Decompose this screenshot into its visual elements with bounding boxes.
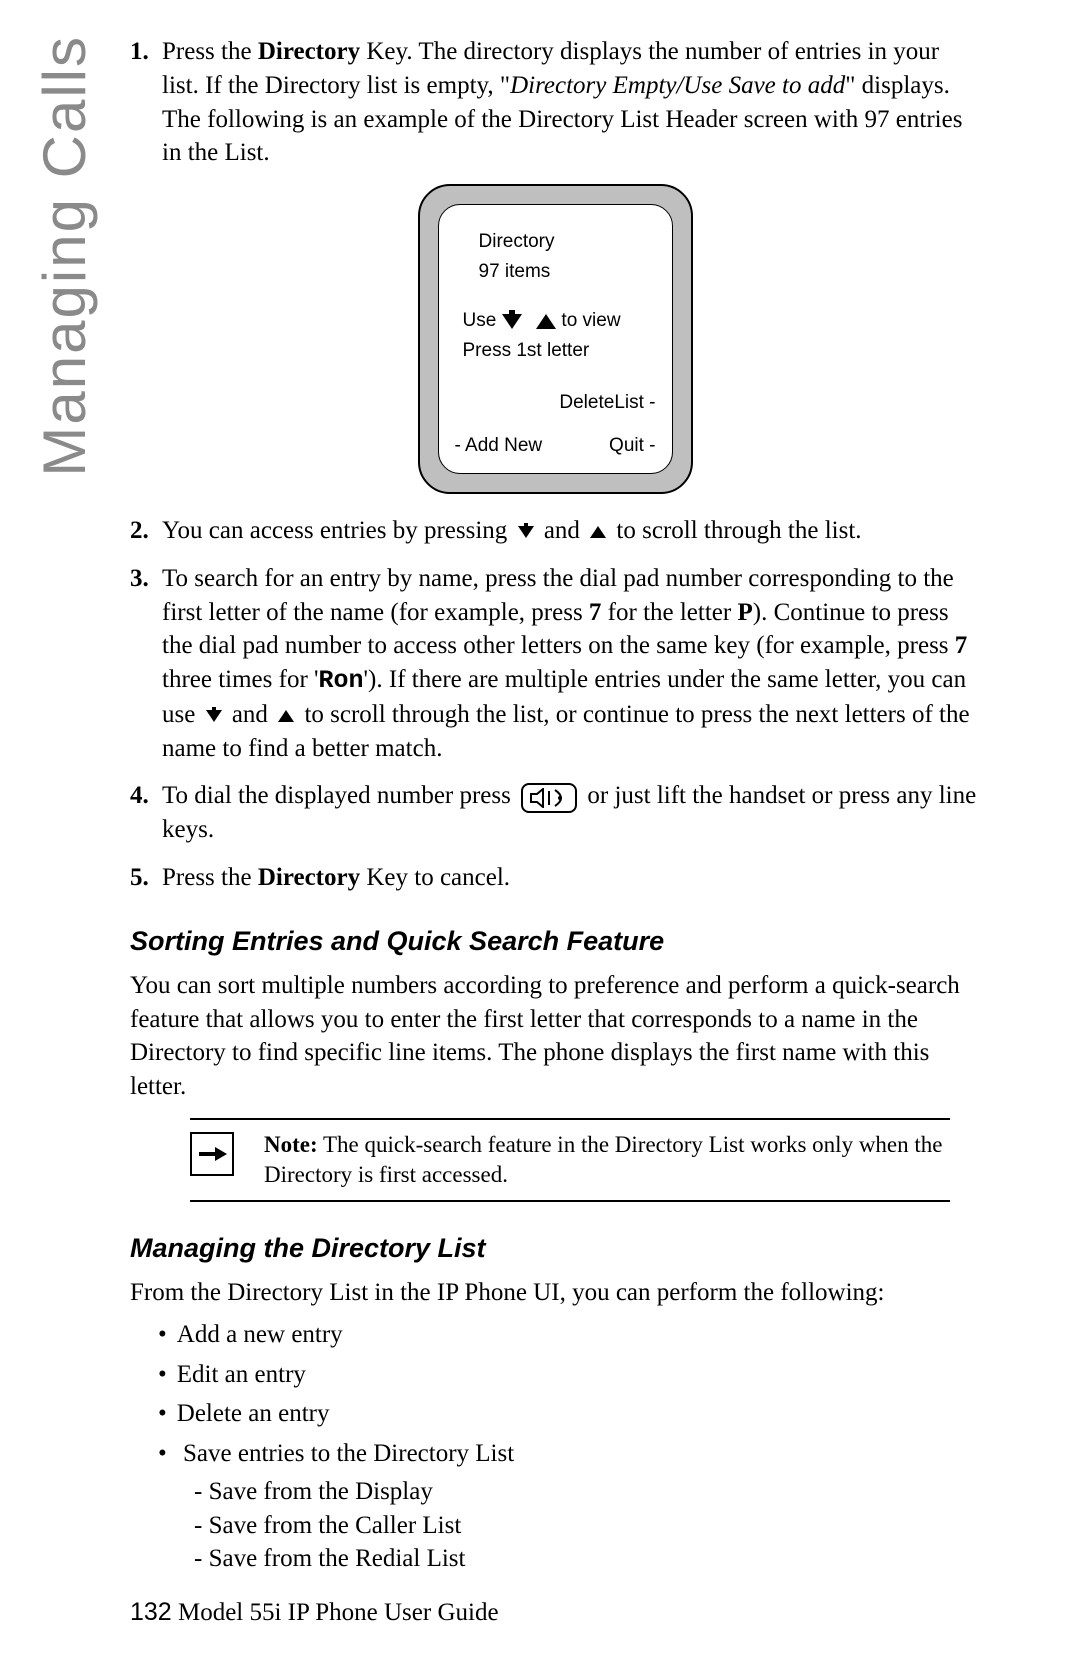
text: Key to cancel. (360, 864, 510, 891)
text: to view (561, 310, 620, 331)
text: and (232, 701, 274, 728)
text: You can access entries by pressing (162, 517, 514, 544)
step-body: To search for an entry by name, press th… (162, 562, 980, 766)
down-arrow-icon (206, 710, 222, 722)
step-number: 2. (130, 514, 162, 548)
text-bold: Directory (258, 38, 360, 65)
up-arrow-icon (590, 526, 606, 538)
phone-display: Directory 97 items Use to view Press 1st… (438, 204, 673, 474)
section-paragraph: You can sort multiple numbers according … (130, 969, 980, 1104)
step-body: You can access entries by pressing and t… (162, 514, 980, 548)
sub-list: Save from the Display Save from the Call… (194, 1475, 980, 1576)
text: Press the (162, 864, 258, 891)
step-number: 1. (130, 35, 162, 170)
text: Use (463, 310, 502, 331)
phone-softkey-add: - Add New (455, 433, 543, 459)
text: Save entries to the Directory List (183, 1440, 514, 1467)
list-item: Edit an entry (158, 1358, 980, 1392)
instruction-list: 1. Press the Directory Key. The director… (130, 35, 980, 170)
down-arrow-icon (502, 314, 522, 329)
text: To dial the displayed number press (162, 782, 517, 809)
note-label: Note: (264, 1132, 318, 1157)
down-arrow-icon (518, 526, 534, 538)
step-body: Press the Directory Key. The directory d… (162, 35, 980, 170)
note-arrow-icon (190, 1132, 234, 1176)
phone-softkey-quit: Quit - (609, 433, 655, 459)
speaker-key-icon (521, 783, 577, 813)
phone-frame: Directory 97 items Use to view Press 1st… (418, 184, 693, 494)
section-heading-sorting: Sorting Entries and Quick Search Feature (130, 923, 980, 959)
step-number: 3. (130, 562, 162, 766)
list-item: Save entries to the Directory List Save … (158, 1437, 980, 1576)
note-block: Note: The quick-search feature in the Di… (130, 1118, 980, 1202)
list-item: Save from the Display (194, 1475, 980, 1509)
text-mono: Ron (319, 666, 364, 695)
step-number: 4. (130, 779, 162, 847)
list-item: Delete an entry (158, 1397, 980, 1431)
list-item: Save from the Redial List (194, 1542, 980, 1576)
phone-line-title: Directory (449, 227, 662, 257)
text: Press the (162, 38, 258, 65)
section-heading-managing: Managing the Directory List (130, 1230, 980, 1266)
step-body: Press the Directory Key to cancel. (162, 861, 980, 895)
list-item: Add a new entry (158, 1318, 980, 1352)
note-rule-bottom (190, 1200, 950, 1202)
page-footer: 132 Model 55i IP Phone User Guide (130, 1598, 499, 1627)
note-text: Note: The quick-search feature in the Di… (264, 1130, 950, 1190)
text-bold: 7 (589, 599, 602, 626)
footer-title: Model 55i IP Phone User Guide (172, 1599, 499, 1626)
phone-line-use: Use to view (449, 306, 662, 336)
bullet-list: Add a new entry Edit an entry Delete an … (158, 1318, 980, 1576)
phone-line-count: 97 items (449, 257, 662, 287)
phone-line-press: Press 1st letter (449, 336, 662, 366)
up-arrow-icon (536, 314, 556, 329)
text-italic: Directory Empty/Use Save to add (510, 72, 845, 99)
list-item: Save from the Caller List (194, 1509, 980, 1543)
text-bold: P (737, 599, 752, 626)
text: to scroll through the list. (616, 517, 861, 544)
text-bold: Directory (258, 864, 360, 891)
up-arrow-icon (278, 710, 294, 722)
note-body: The quick-search feature in the Director… (264, 1132, 942, 1187)
instruction-list-cont: 2. You can access entries by pressing an… (130, 514, 980, 895)
section-paragraph: From the Directory List in the IP Phone … (130, 1276, 980, 1310)
page-number: 132 (130, 1598, 172, 1626)
text: three times for ' (162, 666, 319, 693)
side-tab: Managing Calls (30, 35, 99, 477)
phone-screen-figure: Directory 97 items Use to view Press 1st… (130, 184, 980, 494)
phone-softkey-delete: DeleteList - (449, 390, 662, 416)
step-number: 5. (130, 861, 162, 895)
step-body: To dial the displayed number press or ju… (162, 779, 980, 847)
text: for the letter (601, 599, 737, 626)
text-bold: 7 (955, 632, 968, 659)
text: and (544, 517, 586, 544)
